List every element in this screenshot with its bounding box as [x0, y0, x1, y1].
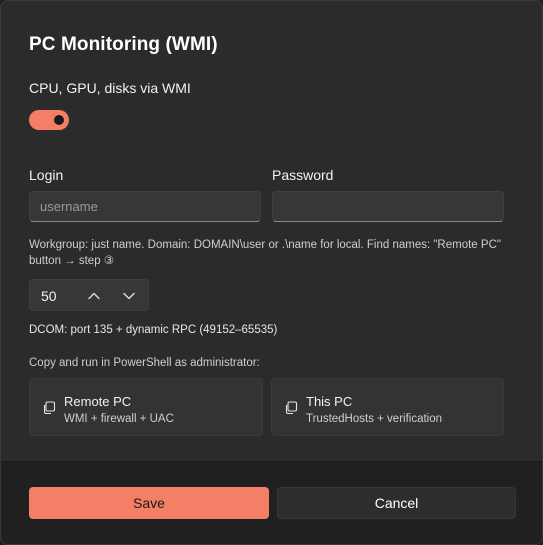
wmi-monitoring-dialog: PC Monitoring (WMI) CPU, GPU, disks via …	[0, 0, 543, 545]
login-format-hint: Workgroup: just name. Domain: DOMAIN\use…	[29, 239, 501, 267]
login-input[interactable]	[29, 191, 261, 222]
chevron-up-icon[interactable]	[84, 286, 104, 306]
dcom-port-note: DCOM: port 135 + dynamic RPC (49152–6553…	[29, 324, 278, 336]
save-button[interactable]: Save	[29, 487, 269, 519]
cancel-button[interactable]: Cancel	[277, 487, 516, 519]
copy-icon	[284, 401, 298, 415]
chevron-down-icon[interactable]	[119, 286, 139, 306]
powershell-copy-hint: Copy and run in PowerShell as administra…	[29, 357, 260, 369]
dialog-title: PC Monitoring (WMI)	[29, 34, 218, 55]
copy-remote-pc-script-button[interactable]: Remote PC WMI + firewall + UAC	[29, 378, 263, 436]
copy-icon	[42, 401, 56, 415]
dialog-footer: Save Cancel	[1, 461, 542, 544]
copy-this-pc-script-button[interactable]: This PC TrustedHosts + verification	[271, 378, 504, 436]
toggle-knob	[54, 115, 64, 125]
wmi-toggle-label: CPU, GPU, disks via WMI	[29, 80, 191, 96]
login-label: Login	[29, 167, 64, 183]
stepper-value[interactable]: 50	[41, 288, 57, 304]
script-card-subtitle: TrustedHosts + verification	[306, 413, 443, 425]
script-card-title: Remote PC	[64, 394, 132, 409]
script-card-title: This PC	[306, 394, 353, 409]
password-label: Password	[272, 167, 334, 183]
password-input[interactable]	[272, 191, 504, 222]
script-card-subtitle: WMI + firewall + UAC	[64, 413, 174, 425]
number-stepper[interactable]: 50	[29, 279, 149, 311]
wmi-toggle-switch[interactable]	[29, 110, 69, 130]
